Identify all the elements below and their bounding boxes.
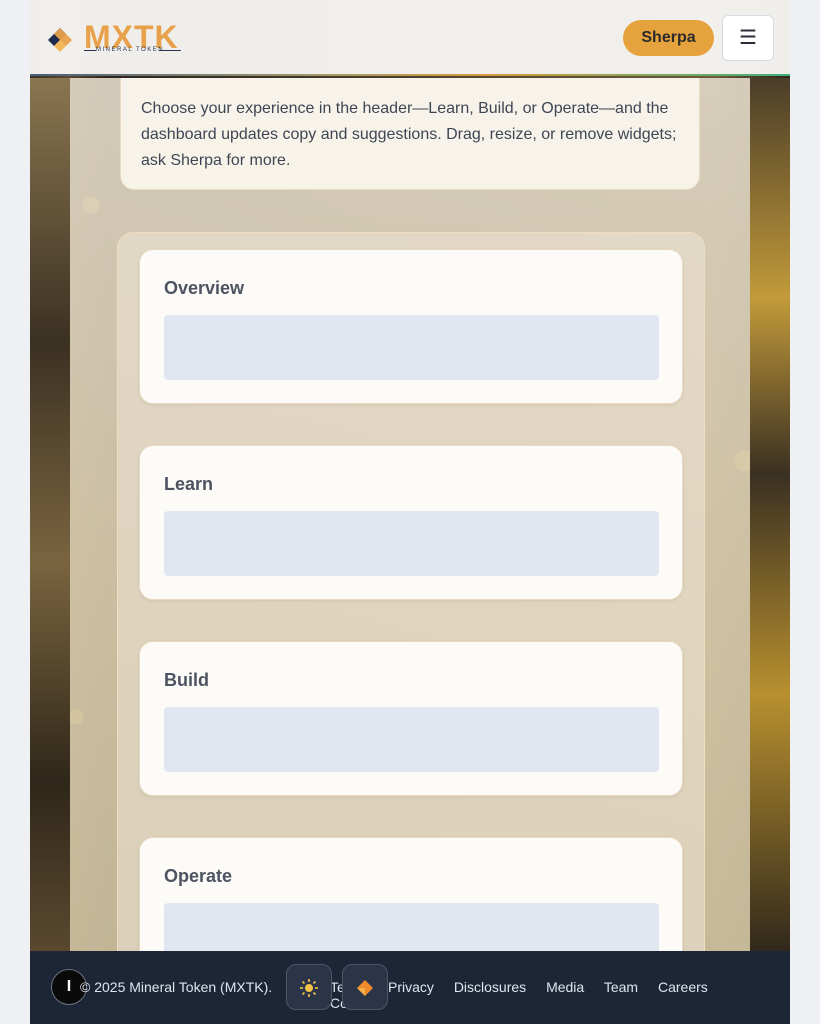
intro-card: Choose your experience in the header—Lea… — [120, 78, 700, 190]
widget-placeholder — [164, 707, 659, 772]
widget-overview[interactable]: Overview — [139, 249, 683, 404]
logo-subtitle: MINERAL TOKEN — [96, 47, 165, 53]
intro-text: Choose your experience in the header—Lea… — [141, 100, 677, 169]
widget-placeholder — [164, 511, 659, 576]
footer-links: Terms Privacy Disclosures Media Team Car… — [330, 979, 790, 1011]
footer-link-disclosures[interactable]: Disclosures — [454, 979, 526, 995]
widget-placeholder — [164, 315, 659, 380]
sherpa-button[interactable]: Sherpa — [623, 20, 714, 56]
diamond-icon — [357, 980, 373, 997]
logo-mark-icon — [48, 28, 72, 52]
mode-toggle-button[interactable] — [342, 964, 388, 1010]
footer-link-careers[interactable]: Careers — [658, 979, 708, 995]
rock-texture-left — [30, 78, 70, 958]
logo-rule-left — [84, 50, 96, 51]
dashboard-grid: Overview Learn Build Operate — [117, 232, 705, 994]
footer-link-team[interactable]: Team — [604, 979, 638, 995]
site-footer: I © 2025 Mineral Token (MXTK). Terms Pri… — [30, 951, 790, 1024]
logo[interactable]: MXTK MINERAL TOKEN — [46, 20, 181, 56]
rock-texture-right — [750, 78, 790, 958]
widget-build[interactable]: Build — [139, 641, 683, 796]
widget-learn[interactable]: Learn — [139, 445, 683, 600]
widget-title: Build — [164, 670, 209, 690]
background-frame: MXTK MINERAL TOKEN Sherpa ☰ Choose your … — [30, 0, 790, 1024]
site-header: MXTK MINERAL TOKEN Sherpa ☰ — [30, 0, 790, 76]
logo-rule-right — [159, 50, 181, 51]
hamburger-icon: ☰ — [739, 27, 757, 49]
menu-button[interactable]: ☰ — [722, 15, 774, 61]
theme-toggle-button[interactable] — [286, 964, 332, 1010]
widget-title: Operate — [164, 866, 233, 886]
footer-link-privacy[interactable]: Privacy — [388, 979, 434, 995]
footer-link-media[interactable]: Media — [546, 979, 584, 995]
copyright-text: © 2025 Mineral Token (MXTK). — [80, 979, 273, 995]
sun-icon — [300, 979, 318, 998]
widget-title: Overview — [164, 278, 245, 298]
widget-title: Learn — [164, 474, 214, 494]
